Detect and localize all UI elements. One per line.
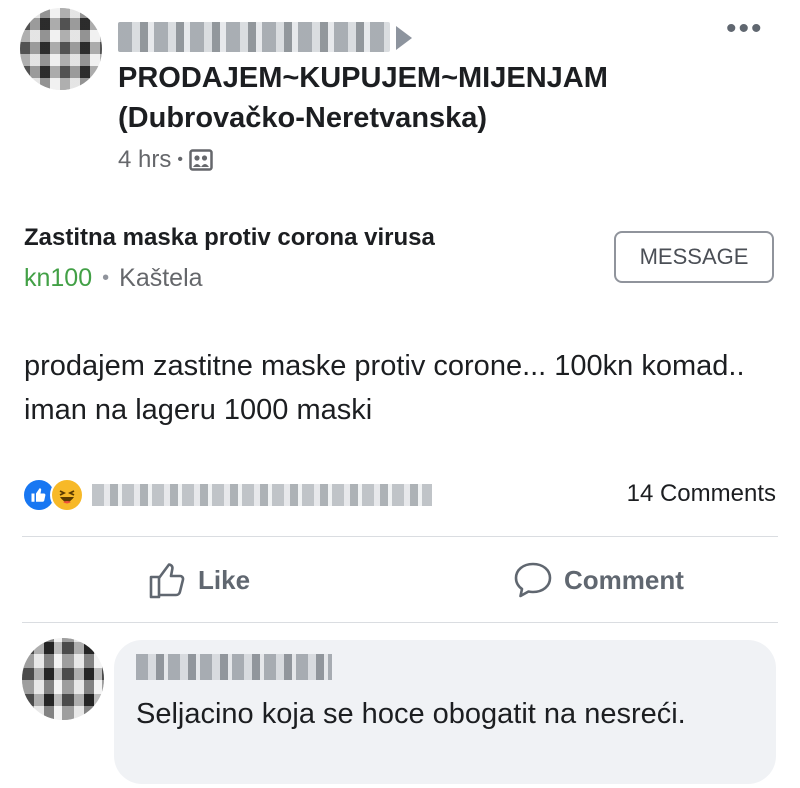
commenter-name-blurred[interactable] <box>136 654 332 680</box>
comments-count[interactable]: 14 Comments <box>627 480 776 508</box>
like-button[interactable]: Like <box>148 556 250 604</box>
post-time[interactable]: 4 hrs <box>118 146 171 174</box>
divider <box>22 622 778 623</box>
reactors-names-blurred[interactable] <box>92 484 432 506</box>
group-photo-icon <box>189 149 213 171</box>
arrow-right-icon <box>396 26 412 50</box>
haha-reaction-icon <box>50 478 84 512</box>
group-name[interactable]: PRODAJEM~KUPUJEM~MIJENJAM (Dubrovačko-Ne… <box>118 58 718 138</box>
thumbs-up-icon <box>149 563 185 599</box>
listing-price: kn100 <box>24 264 93 292</box>
comment-bubble-icon <box>514 562 552 598</box>
post-meta: 4 hrs • <box>118 146 213 174</box>
listing-price-row: kn100 • Kaštela <box>24 264 203 293</box>
poster-avatar[interactable] <box>20 8 102 90</box>
message-button[interactable]: MESSAGE <box>614 231 774 283</box>
commenter-avatar[interactable] <box>22 638 104 720</box>
comment-label: Comment <box>564 564 684 595</box>
comment-button[interactable]: Comment <box>512 556 684 604</box>
poster-name-blurred[interactable] <box>118 22 390 52</box>
divider <box>22 536 778 537</box>
meta-separator: • <box>177 151 183 168</box>
listing-title: Zastitna maska protiv corona virusa <box>24 224 435 251</box>
post-body: prodajem zastitne maske protiv corone...… <box>24 350 745 426</box>
reaction-icons[interactable] <box>22 478 84 512</box>
listing-location: Kaštela <box>119 264 203 292</box>
more-options-icon[interactable]: ••• <box>726 12 764 46</box>
like-label: Like <box>198 564 251 595</box>
price-separator: • <box>102 267 110 289</box>
comment-text: Seljacino koja se hoce obogatit na nesre… <box>136 698 686 730</box>
